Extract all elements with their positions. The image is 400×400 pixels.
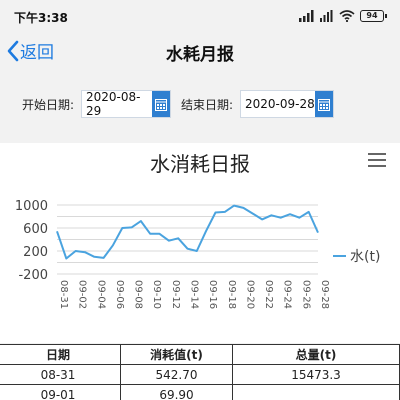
status-bar: 下午3:38 94: [0, 0, 400, 34]
chart-menu-icon[interactable]: [368, 153, 386, 167]
table-row: 08-31 542.70 15473.3: [0, 364, 400, 385]
x-tick-label: 09-14: [189, 280, 200, 309]
x-tick-label: 09-08: [133, 280, 144, 309]
x-tick-label: 09-12: [170, 280, 181, 309]
start-date-value: 2020-08-29: [86, 90, 141, 118]
table-cell: 542.70: [120, 364, 233, 385]
y-tick-label: 1000: [15, 199, 48, 214]
x-tick-label: 09-04: [95, 280, 106, 309]
status-time: 下午3:38: [14, 11, 68, 25]
chart-card: 水消耗日报 1000 600 200 -200 08-31 09-02 09-04 09-06 0…: [0, 143, 400, 343]
signal-icon: [299, 10, 314, 22]
table-row: 09-01 69.90: [0, 384, 400, 400]
hd-signal-icon: [320, 10, 333, 22]
water-consumption-chart: 水消耗日报 1000 600 200 -200 08-31 09-02 09-04 09-06 0…: [15, 152, 381, 309]
legend-label: 水(t): [350, 249, 380, 265]
table-cell: 15473.3: [232, 364, 400, 385]
y-tick-label: 200: [23, 245, 48, 260]
x-tick-label: 09-28: [319, 280, 330, 309]
x-tick-label: 08-31: [58, 280, 69, 309]
x-tick-label: 09-24: [282, 280, 293, 309]
wifi-icon: [339, 10, 355, 22]
end-date-value: 2020-09-28: [245, 97, 315, 111]
column-header-date: 日期: [0, 344, 121, 365]
column-header-total: 总量(t): [232, 344, 400, 365]
x-tick-label: 09-16: [207, 280, 218, 309]
calendar-icon: [155, 98, 167, 111]
table-header-row: 日期 消耗值(t) 总量(t): [0, 344, 400, 365]
calendar-icon: [318, 98, 330, 111]
x-tick-label: 09-02: [77, 280, 88, 309]
x-tick-label: 09-20: [244, 280, 255, 309]
column-header-consumption: 消耗值(t): [120, 344, 233, 365]
x-tick-label: 09-22: [263, 280, 274, 309]
start-date-field[interactable]: 2020-08-29: [81, 90, 171, 118]
date-range-row: 开始日期: 2020-08-29 结束日期: 2020-09-28: [0, 88, 400, 120]
page-title: 水耗月报: [166, 45, 234, 65]
x-tick-label: 09-18: [226, 280, 237, 309]
chart-title: 水消耗日报: [150, 152, 250, 176]
start-date-label: 开始日期:: [22, 98, 75, 112]
y-tick-label: -200: [18, 268, 48, 283]
table-cell: 09-01: [0, 384, 121, 400]
data-table: 日期 消耗值(t) 总量(t) 08-31 542.70 15473.3 09-…: [0, 344, 400, 400]
start-calendar-button[interactable]: [152, 91, 170, 117]
x-tick-label: 09-10: [151, 280, 162, 309]
table-cell: 08-31: [0, 364, 121, 385]
nav-bar: 返回 水耗月报: [0, 34, 400, 70]
table-cell: [232, 384, 400, 400]
data-table-area: 日期 消耗值(t) 总量(t) 08-31 542.70 15473.3 09-…: [0, 344, 400, 400]
end-date-label: 结束日期:: [181, 98, 234, 112]
battery-icon: 94: [360, 10, 387, 22]
end-date-field[interactable]: 2020-09-28: [240, 90, 334, 118]
table-cell: 69.90: [120, 384, 233, 400]
x-tick-label: 09-26: [300, 280, 311, 309]
y-tick-label: 600: [23, 222, 48, 237]
status-icons: 94: [299, 9, 387, 23]
end-calendar-button[interactable]: [315, 91, 333, 117]
x-tick-label: 09-06: [114, 280, 125, 309]
